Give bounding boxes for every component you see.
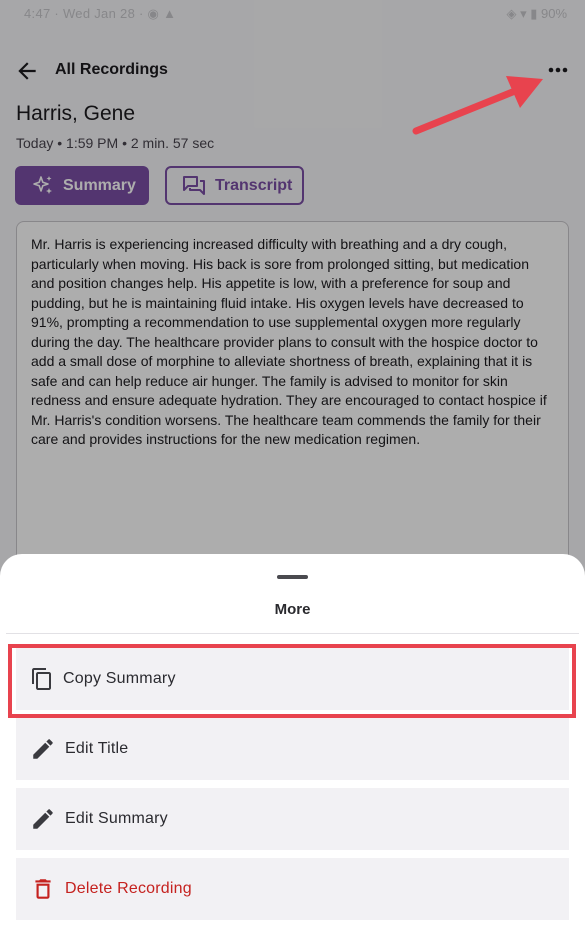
sheet-drag-handle[interactable] [277, 575, 308, 579]
app-screen: 4:47 · Wed Jan 28 · ◉ ▲ ◈ ▾ ▮ 90% All Re… [0, 0, 585, 936]
edit-title-label: Edit Title [65, 740, 129, 757]
pencil-icon [33, 739, 53, 759]
trash-icon [35, 879, 51, 899]
bottom-sheet: More Copy Summary Edit Title Edit Summar… [0, 554, 585, 936]
delete-recording-option[interactable]: Delete Recording [16, 858, 569, 920]
edit-title-option[interactable]: Edit Title [16, 718, 569, 780]
pencil-icon [33, 809, 53, 829]
sheet-divider [6, 633, 579, 634]
delete-recording-label: Delete Recording [65, 880, 192, 897]
sheet-title: More [274, 601, 311, 618]
annotation-highlight [8, 644, 576, 718]
edit-summary-label: Edit Summary [65, 810, 168, 827]
edit-summary-option[interactable]: Edit Summary [16, 788, 569, 850]
